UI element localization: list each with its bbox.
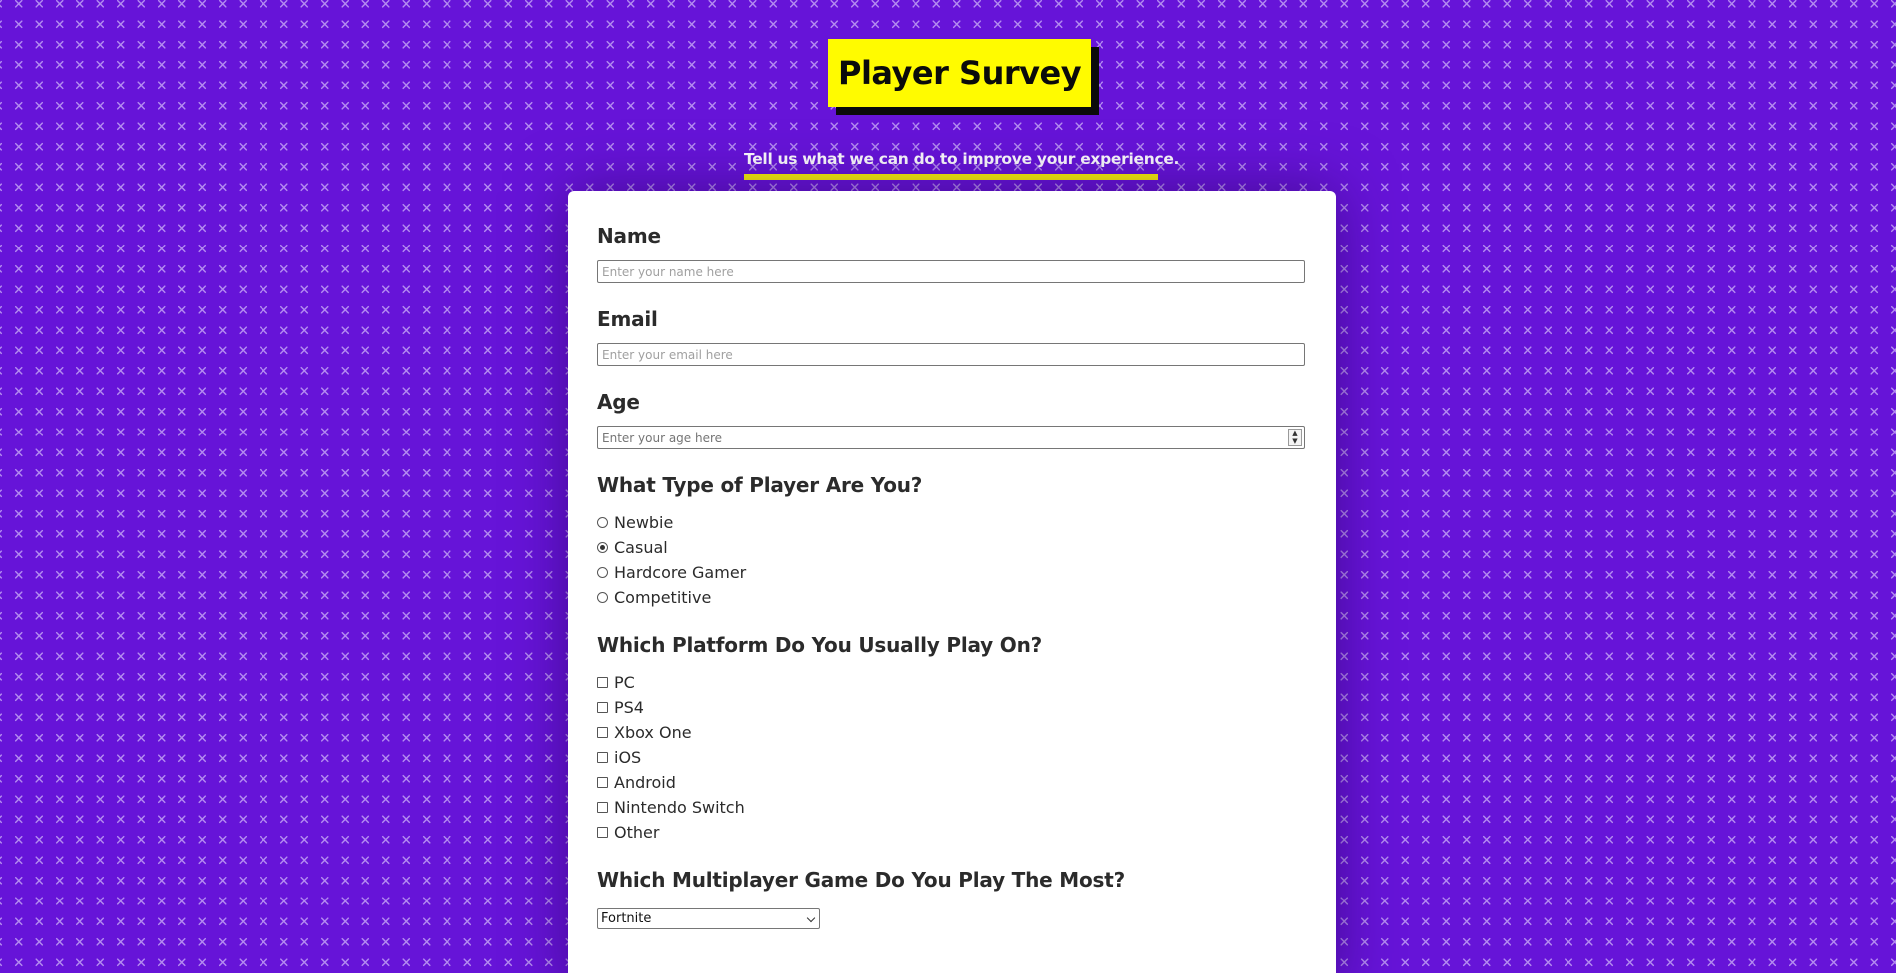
checkbox[interactable] <box>597 751 608 763</box>
radio-option-competitive[interactable]: Competitive <box>597 586 711 608</box>
game-select-value: Fortnite <box>601 911 652 926</box>
checkbox-option-pc[interactable]: PC <box>597 671 635 693</box>
checkbox-option-android[interactable]: Android <box>597 771 676 793</box>
survey-form: Name Email Age ▲ ▼ What Type of Player A… <box>568 191 1336 973</box>
checkbox-label: Nintendo Switch <box>614 797 745 817</box>
page-description: Tell us what we can do to improve your e… <box>744 150 1179 180</box>
checkbox[interactable] <box>597 826 608 838</box>
checkbox-option-ps4[interactable]: PS4 <box>597 696 644 718</box>
age-field: ▲ ▼ <box>597 426 1305 449</box>
checkbox[interactable] <box>597 801 608 813</box>
radio-button[interactable] <box>597 566 608 578</box>
age-input[interactable] <box>598 427 1286 448</box>
checkbox-label: PC <box>614 672 635 692</box>
radio-label: Hardcore Gamer <box>614 562 747 582</box>
checkbox-label: Other <box>614 822 660 842</box>
radio-button[interactable] <box>597 591 608 603</box>
checkbox[interactable] <box>597 676 608 688</box>
age-label: Age <box>597 390 640 414</box>
checkbox[interactable] <box>597 726 608 738</box>
name-label: Name <box>597 224 661 248</box>
radio-option-hardcore-gamer[interactable]: Hardcore Gamer <box>597 561 746 583</box>
checkbox-label: Xbox One <box>614 722 692 742</box>
stepper-down-icon[interactable]: ▼ <box>1289 437 1301 446</box>
checkbox-label: Android <box>614 772 676 792</box>
name-input[interactable] <box>597 260 1305 283</box>
title-box: Player Survey <box>828 39 1092 107</box>
radio-label: Casual <box>614 537 668 557</box>
checkbox[interactable] <box>597 776 608 788</box>
title-banner: Player Survey <box>828 39 1092 107</box>
radio-label: Newbie <box>614 512 674 532</box>
radio-option-casual[interactable]: Casual <box>597 536 668 558</box>
chevron-down-icon <box>806 913 816 923</box>
email-input[interactable] <box>597 343 1305 366</box>
game-label: Which Multiplayer Game Do You Play The M… <box>597 868 1125 892</box>
page-title: Player Survey <box>838 54 1082 92</box>
radio-button-checked[interactable] <box>597 541 608 553</box>
email-label: Email <box>597 307 658 331</box>
checkbox-option-nintendo-switch[interactable]: Nintendo Switch <box>597 796 745 818</box>
checkbox-option-xbox-one[interactable]: Xbox One <box>597 721 692 743</box>
radio-label: Competitive <box>614 587 712 607</box>
age-stepper[interactable]: ▲ ▼ <box>1288 429 1302 446</box>
checkbox-label: iOS <box>614 747 642 767</box>
game-select[interactable]: Fortnite <box>597 908 820 929</box>
radio-option-newbie[interactable]: Newbie <box>597 511 673 533</box>
platform-label: Which Platform Do You Usually Play On? <box>597 633 1043 657</box>
radio-button[interactable] <box>597 516 608 528</box>
checkbox-label: PS4 <box>614 697 644 717</box>
player-type-label: What Type of Player Are You? <box>597 473 923 497</box>
checkbox[interactable] <box>597 701 608 713</box>
checkbox-option-ios[interactable]: iOS <box>597 746 641 768</box>
checkbox-option-other[interactable]: Other <box>597 821 659 843</box>
